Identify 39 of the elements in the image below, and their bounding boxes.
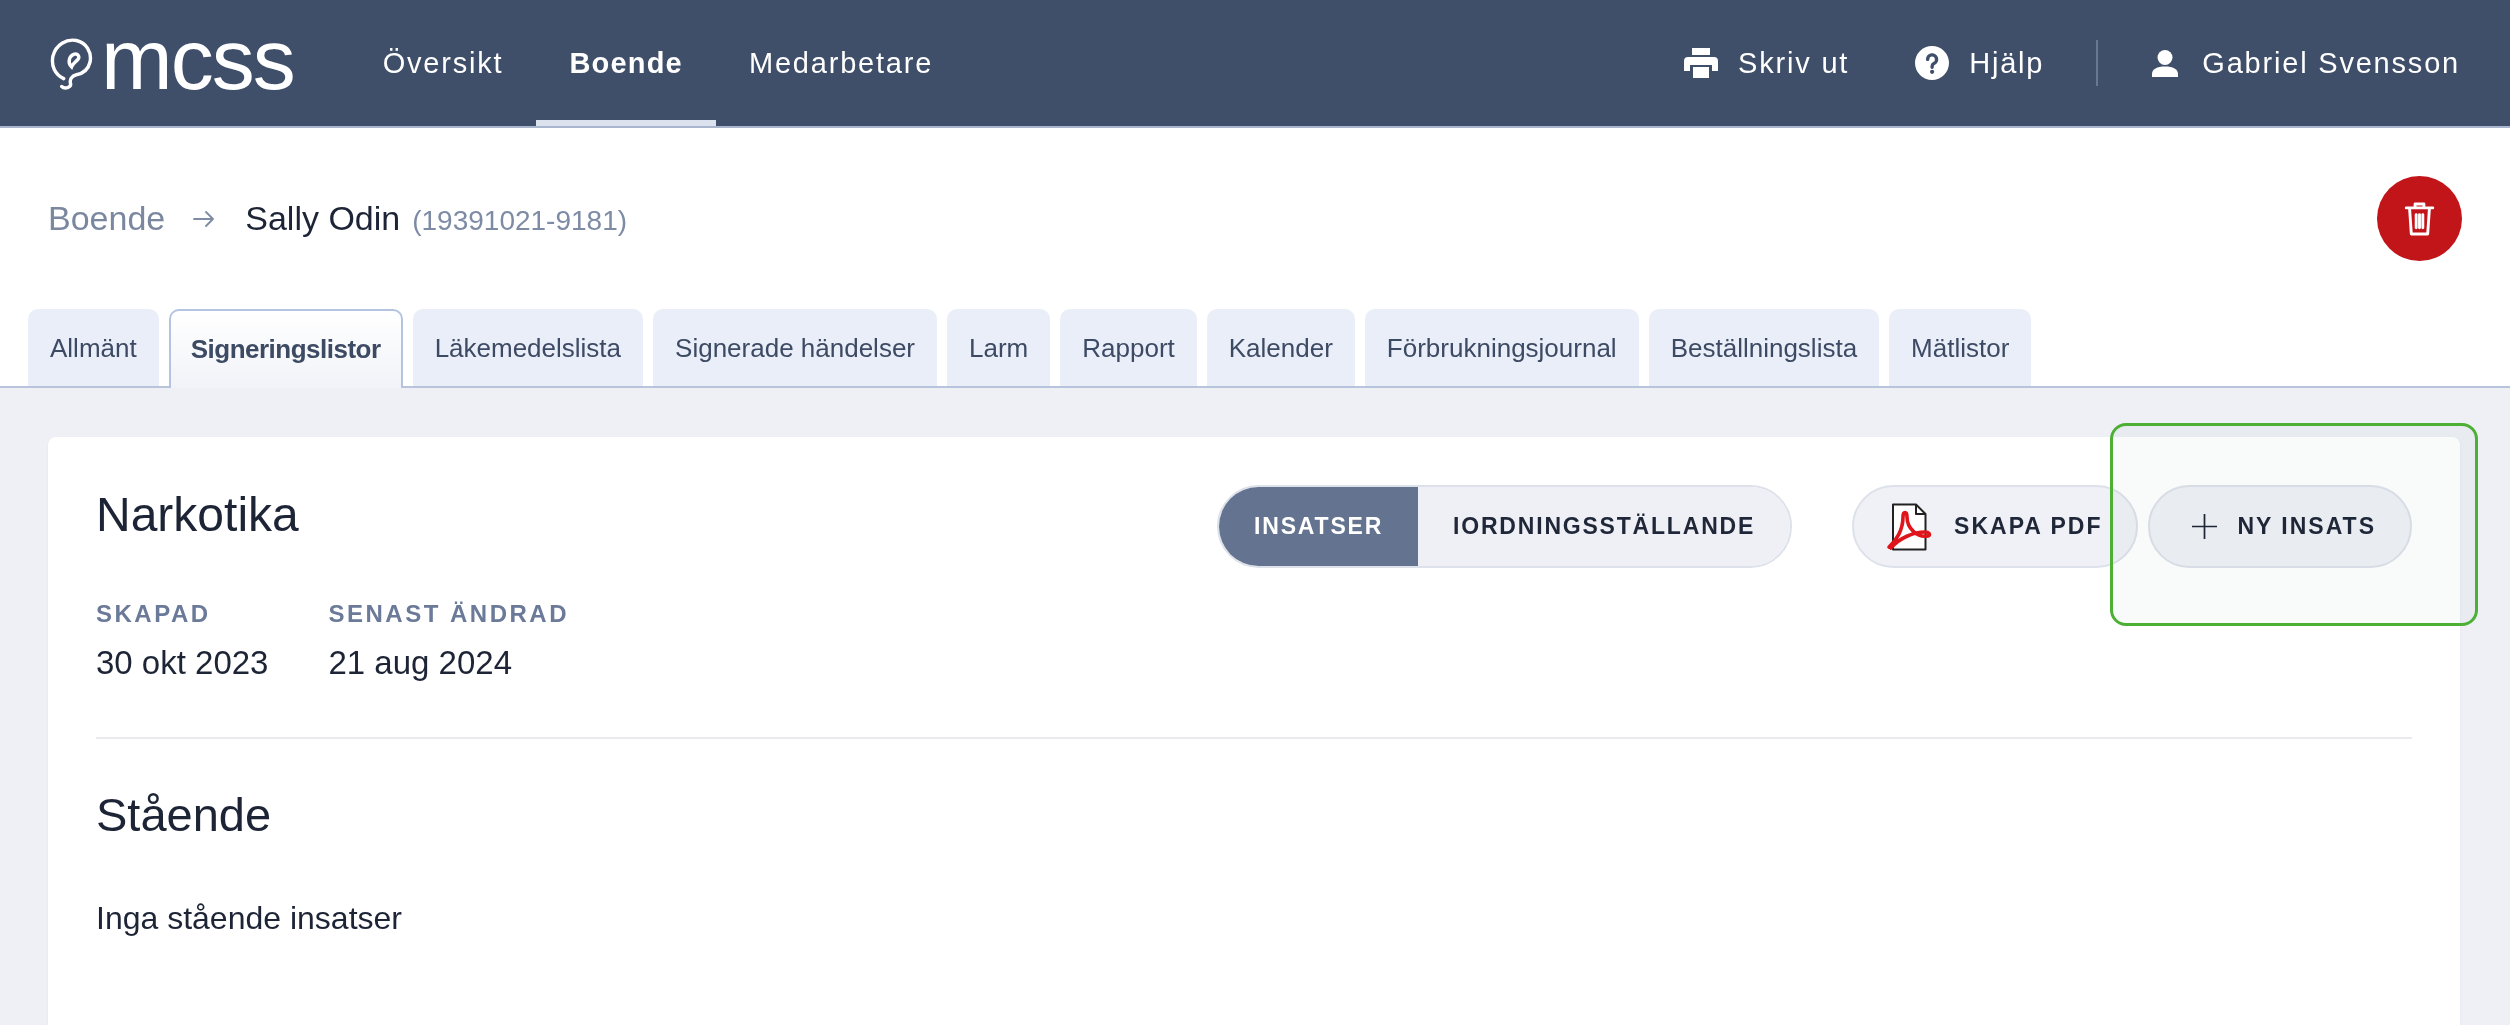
tab[interactable]: Mätlistor [1889,309,2032,386]
arrow-right-icon [193,210,216,227]
section-title: Stående [96,787,273,843]
trash-icon [2404,200,2435,237]
toggle-option[interactable]: IORDNINGSSTÄLLANDE [1418,487,1791,566]
logo-text: mcss [101,24,294,102]
tab[interactable]: Beställningslista [1648,309,1880,386]
breadcrumb-link[interactable]: Boende [48,199,166,238]
nav-link[interactable]: Boende [536,0,716,126]
empty-message: Inga stående insatser [96,899,403,938]
meta-value: 30 okt 2023 [96,643,269,683]
resident-name: Sally Odin [245,199,401,238]
nav-link[interactable]: Medarbetare [715,0,967,126]
user-icon [2152,49,2179,77]
nav-link[interactable]: Översikt [349,0,537,126]
tab[interactable]: Allmänt [28,309,159,386]
add-button[interactable]: NY INSATS [2148,485,2412,568]
print-link[interactable]: Skriv ut [1684,46,1850,80]
tab[interactable]: Kalender [1206,309,1355,386]
personal-number: (19391021-9181) [412,203,628,237]
meta-label: SENAST ÄNDRAD [328,599,569,629]
tab[interactable]: Läkemedelslista [412,309,644,386]
pdf-button[interactable]: SKAPA PDF [1852,485,2139,568]
help-link[interactable]: Hjälp [1915,46,2045,80]
logo-head-icon [50,35,93,91]
list-title: Narkotika [96,487,300,543]
tab[interactable]: Förbrukningsjournal [1364,309,1639,386]
meta-value: 21 aug 2024 [328,643,513,683]
pdf-file-icon [1886,502,1933,551]
toggle-option[interactable]: INSATSER [1219,487,1419,566]
help-icon [1915,46,1950,80]
tab[interactable]: Signeringslistor [168,309,403,388]
tab[interactable]: Larm [947,309,1051,386]
tab[interactable]: Rapport [1060,309,1197,386]
plus-icon [2192,514,2218,539]
meta-label: SKAPAD [96,599,212,629]
tab[interactable]: Signerade händelser [653,309,938,386]
user-menu[interactable]: Gabriel Svensson [2152,46,2460,80]
printer-icon [1684,48,1719,78]
